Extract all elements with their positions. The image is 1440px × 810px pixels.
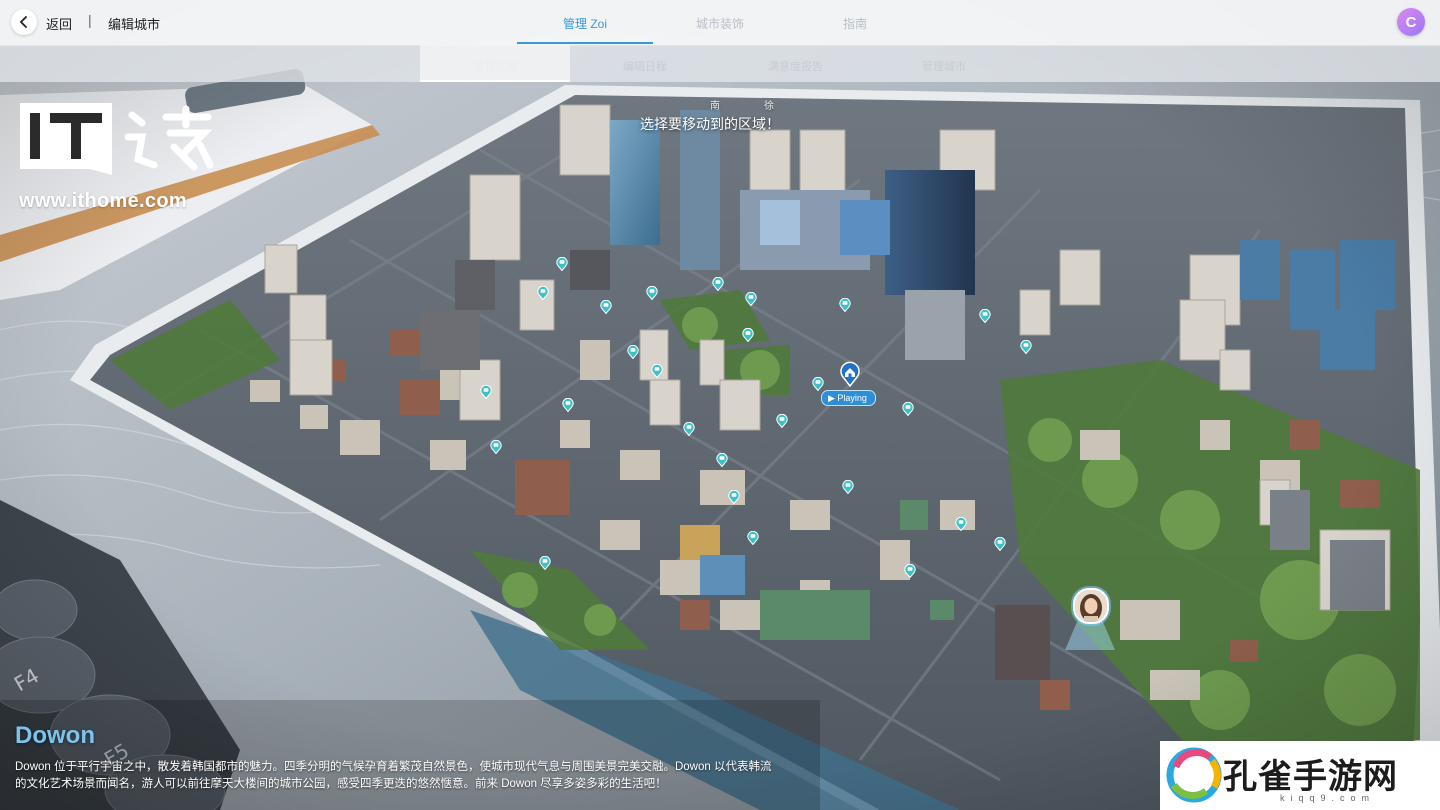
ithome-logo-glyphs — [124, 105, 214, 171]
location-pin-icon[interactable] — [747, 531, 759, 545]
location-pin-icon[interactable] — [842, 480, 854, 494]
top-bar: 返回 | 编辑城市 管理 Zoi 城市装饰 指南 C — [0, 0, 1440, 46]
location-pin-icon[interactable] — [600, 300, 612, 314]
location-pin-icon[interactable] — [537, 286, 549, 300]
district-label-south: 南 — [710, 101, 720, 112]
district-label-xu: 徐 — [764, 101, 774, 112]
tab-guide[interactable]: 指南 — [843, 15, 867, 32]
location-pin-icon[interactable] — [539, 556, 551, 570]
subtab-manage-city[interactable]: 管理城市 — [922, 58, 966, 74]
location-pin-icon[interactable] — [955, 517, 967, 531]
subtab-edit-schedule[interactable]: 编辑日程 — [623, 58, 667, 74]
location-pin-icon[interactable] — [556, 257, 568, 271]
city-description: Dowon 位于平行宇宙之中，散发着韩国都市的魅力。四季分明的气候孕育着繁茂自然… — [15, 761, 772, 790]
kqq-logo-icon — [1166, 747, 1222, 803]
ithome-logo — [20, 103, 112, 175]
location-pin-icon[interactable] — [627, 345, 639, 359]
location-pin-icon[interactable] — [683, 422, 695, 436]
location-pin-icon[interactable] — [651, 364, 663, 378]
location-pin-icon[interactable] — [480, 385, 492, 399]
active-subtab-indicator — [420, 80, 570, 82]
playing-badge: ▶ Playing — [821, 390, 876, 406]
location-pin-icon[interactable] — [839, 298, 851, 312]
location-pin-icon[interactable] — [979, 309, 991, 323]
location-pin-icon[interactable] — [994, 537, 1006, 551]
location-pin-icon[interactable] — [728, 490, 740, 504]
kqq-watermark-url: kiqq9.com — [1280, 793, 1376, 803]
back-label[interactable]: 返回 — [46, 14, 72, 33]
subtab-select-area[interactable]: 选择区域 — [474, 58, 518, 74]
location-pin-icon[interactable] — [562, 398, 574, 412]
location-pin-icon[interactable] — [490, 440, 502, 454]
kqq-watermark-text: 孔雀手游网 — [1223, 757, 1398, 797]
location-pin-icon[interactable] — [745, 292, 757, 306]
page-title: 编辑城市 — [108, 17, 161, 32]
sub-tab-bar: 选择区域 编辑日程 满意度报告 管理城市 — [0, 45, 1440, 82]
location-pin-icon[interactable] — [812, 377, 824, 391]
active-tab-indicator — [517, 42, 653, 44]
select-area-prompt: 选择要移动到的区域！ — [640, 116, 780, 132]
back-button[interactable] — [11, 9, 37, 35]
location-pin-icon[interactable] — [742, 328, 754, 342]
location-pin-icon[interactable] — [646, 286, 658, 300]
subtab-satisfaction-report[interactable]: 满意度报告 — [768, 58, 823, 74]
location-pin-icon[interactable] — [776, 414, 788, 428]
player-avatar[interactable] — [1073, 588, 1109, 624]
avatar-portrait-icon — [1075, 590, 1107, 622]
title-separator: | — [88, 12, 92, 28]
tab-city-decoration[interactable]: 城市装饰 — [696, 15, 744, 32]
kqq-watermark: 孔雀手游网 kiqq9.com — [1160, 741, 1440, 810]
profile-initial: C — [1405, 13, 1417, 31]
location-pin-icon[interactable] — [902, 402, 914, 416]
chevron-left-icon — [19, 16, 27, 28]
location-pin-icon[interactable] — [716, 453, 728, 467]
tab-manage-zoi[interactable]: 管理 Zoi — [563, 15, 607, 32]
profile-button[interactable]: C — [1397, 8, 1425, 36]
city-name: Dowon — [15, 722, 95, 749]
location-pin-icon[interactable] — [712, 277, 724, 291]
location-pin-icon[interactable] — [904, 564, 916, 578]
home-marker-icon[interactable] — [839, 361, 861, 387]
location-pin-icon[interactable] — [1020, 340, 1032, 354]
ithome-url: www.ithome.com — [19, 190, 187, 212]
